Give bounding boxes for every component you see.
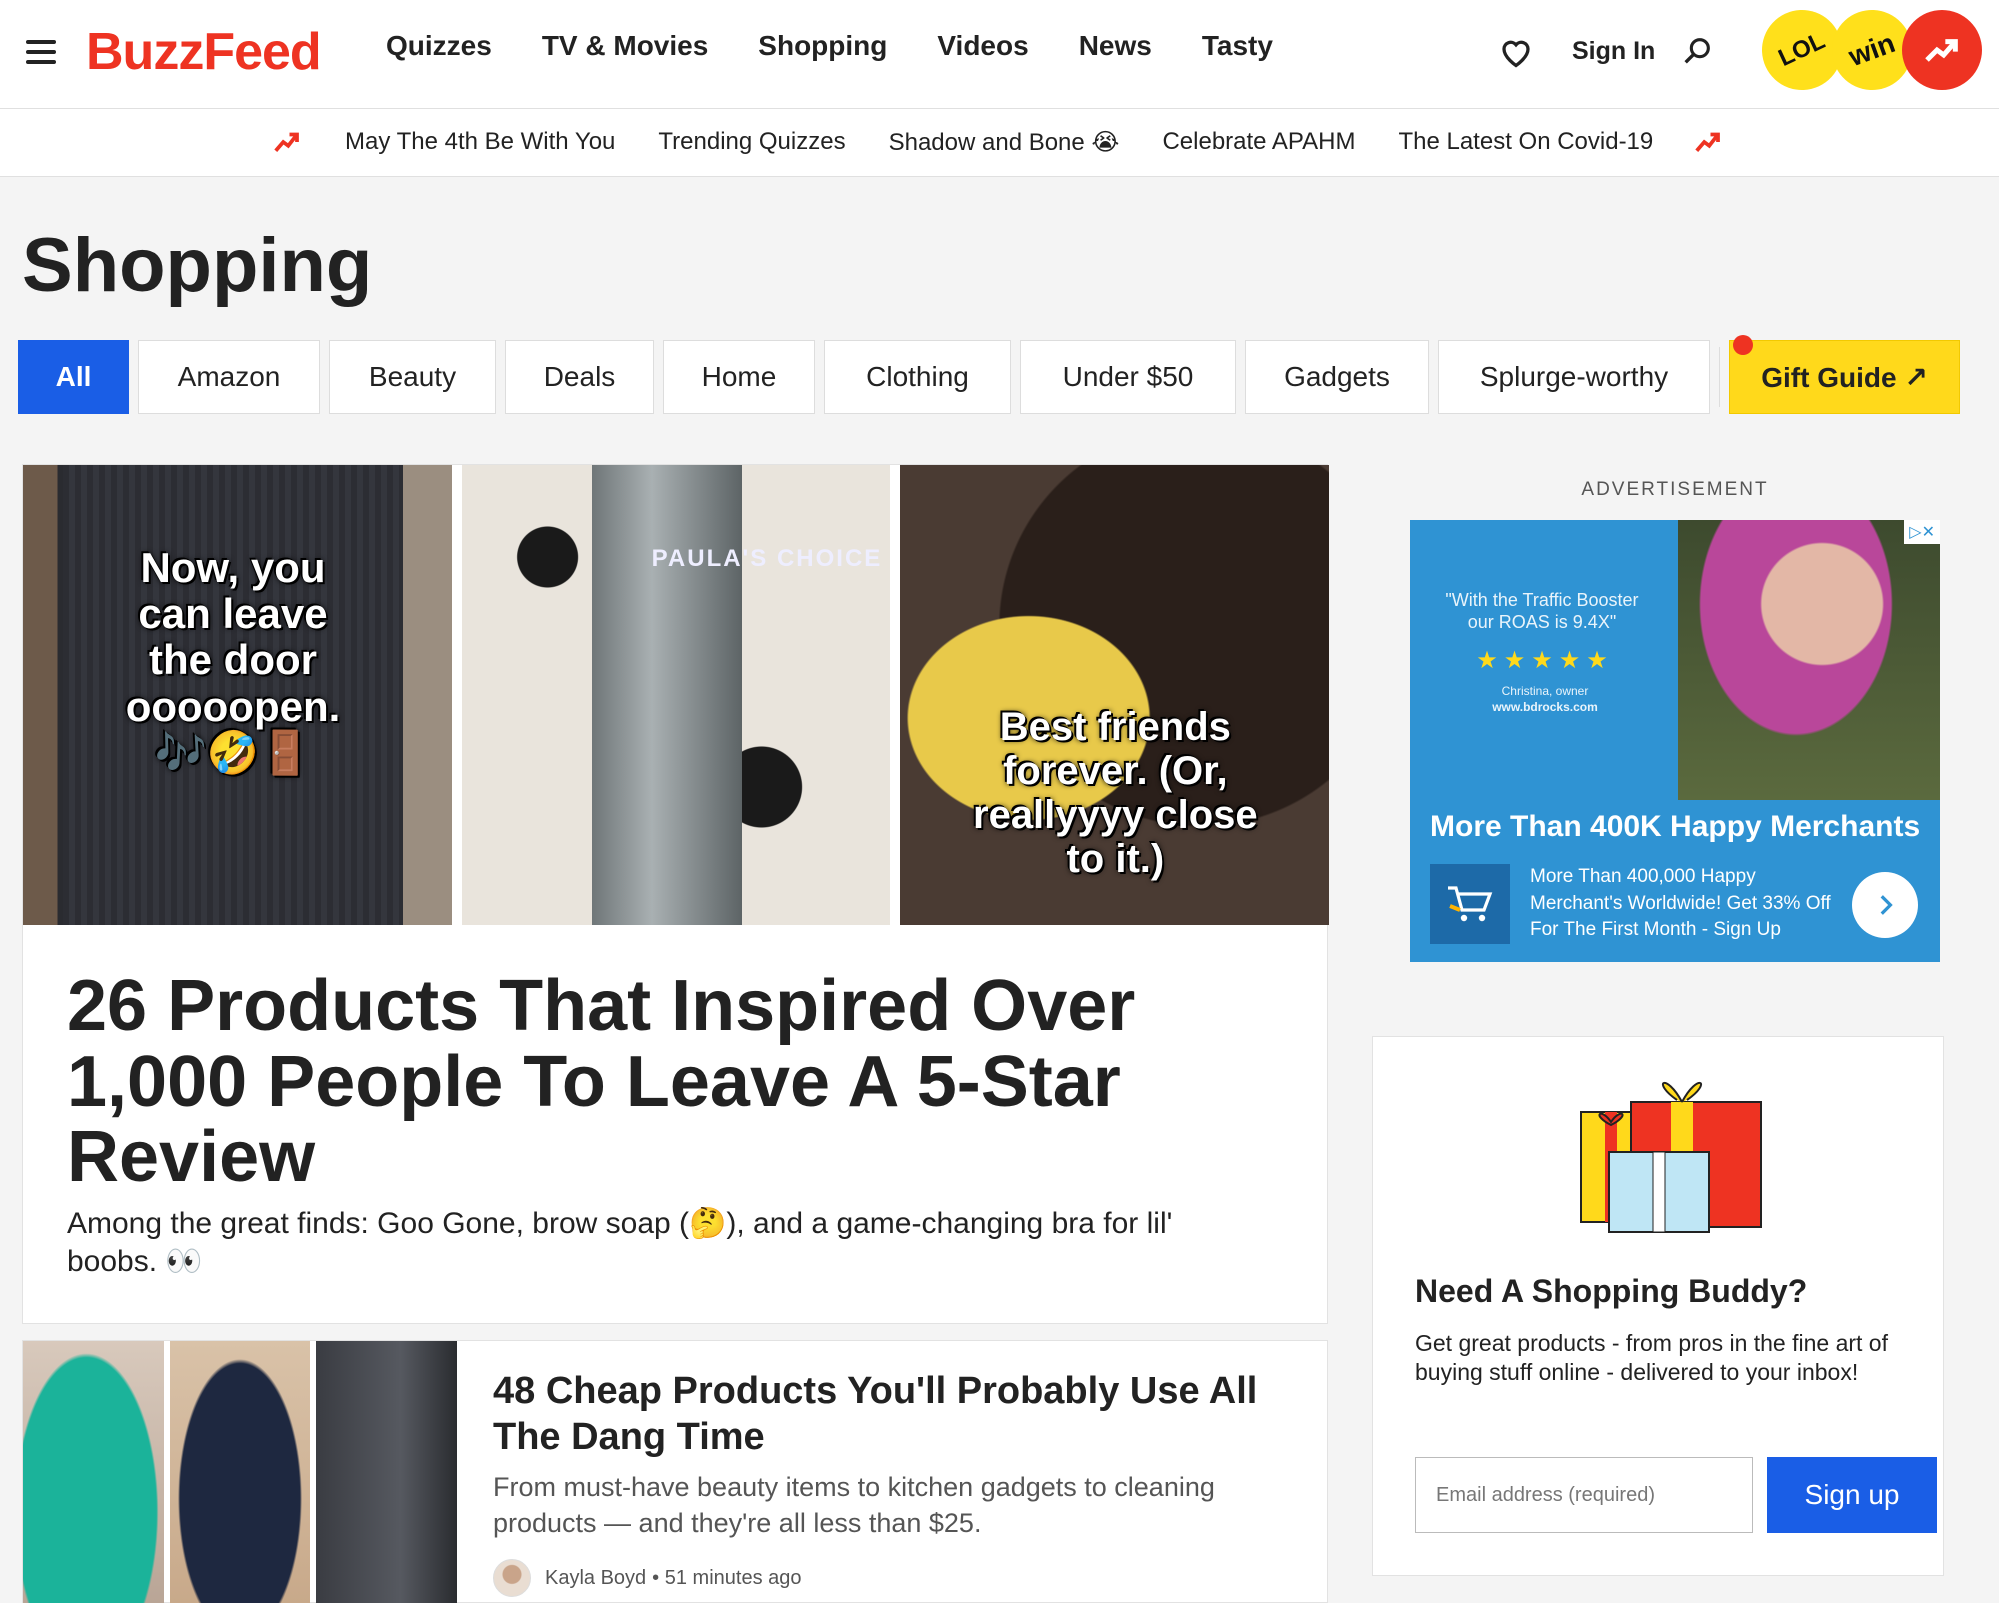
filter-clothing[interactable]: Clothing [824,340,1011,414]
filter-under-50[interactable]: Under $50 [1020,340,1236,414]
image-caption: Best friends forever. (Or, reallyyyy clo… [973,705,1258,881]
byline: Kayla Boyd • 51 minutes ago [493,1559,802,1597]
thumb-image-mask [169,1341,311,1603]
trending-icon [1925,39,1958,62]
advertisement-banner[interactable]: "With the Traffic Booster our ROAS is 9.… [1410,520,1940,962]
feature-image-strip: Now, you can leave the door ooooopen. 🎶🤣… [23,465,1330,925]
article-title[interactable]: 48 Cheap Products You'll Probably Use Al… [493,1369,1283,1460]
cart-icon [1430,864,1510,944]
article-description: From must-have beauty items to kitchen g… [493,1472,1215,1539]
gift-boxes-icon [1580,1082,1762,1233]
ad-close-icon[interactable]: ▷✕ [1904,520,1940,544]
page-title: Shopping [22,223,373,308]
buzzfeed-logo[interactable]: BuzzFeed [86,22,322,82]
hamburger-icon[interactable] [26,40,56,64]
thumb-image-brush [23,1341,164,1603]
trending-link[interactable]: The Latest On Covid-19 [1398,128,1653,156]
filter-gadgets[interactable]: Gadgets [1245,340,1429,414]
trending-link[interactable]: Celebrate APAHM [1162,128,1355,156]
ad-photo [1678,520,1940,800]
nav-quizzes[interactable]: Quizzes [386,30,492,62]
ad-body: More Than 400,000 Happy Merchant's World… [1530,866,1831,941]
nav-tasty[interactable]: Tasty [1202,30,1273,62]
ad-attribution-url: www.bdrocks.com [1492,699,1598,714]
filter-gift-guide[interactable]: Gift Guide ↗ [1729,335,1960,414]
newsletter-signup: Need A Shopping Buddy? Get great product… [1372,1036,1944,1576]
trending-icon [1695,132,1721,152]
thumb-image-hook [316,1341,458,1603]
nav-shopping[interactable]: Shopping [758,30,887,62]
ad-rating-stars: ★★★★★ [1476,647,1614,674]
trending-badge[interactable] [1902,10,1982,90]
feature-article-card[interactable]: Now, you can leave the door ooooopen. 🎶🤣… [22,464,1330,1324]
advertisement-label: ADVERTISEMENT [1581,479,1769,500]
search-icon[interactable] [1680,34,1714,68]
feature-description: Among the great finds: Goo Gone, brow so… [67,1207,1173,1278]
category-filters: All Amazon Beauty Deals Home Clothing Un… [18,335,1969,414]
filter-splurge-worthy[interactable]: Splurge-worthy [1438,340,1710,414]
publish-time: • 51 minutes ago [652,1566,802,1589]
ad-quote: "With the Traffic Booster our ROAS is 9.… [1445,590,1639,632]
trending-icon [274,132,299,152]
ad-attribution-name: Christina, owner [1501,684,1589,698]
article-card[interactable]: 48 Cheap Products You'll Probably Use Al… [22,1340,1328,1603]
email-field[interactable] [1415,1457,1753,1533]
image-caption: Now, you can leave the door ooooopen. 🎶🤣… [125,544,341,776]
trending-link[interactable]: Shadow and Bone 😭 [889,128,1120,157]
nav-news[interactable]: News [1079,30,1152,62]
newsletter-title: Need A Shopping Buddy? [1415,1273,1808,1309]
trending-link[interactable]: May The 4th Be With You [345,128,615,156]
trending-bar: May The 4th Be With You Trending Quizzes… [0,109,1999,177]
feature-image-door: Now, you can leave the door ooooopen. 🎶🤣… [23,465,452,925]
feature-image-dog: Best friends forever. (Or, reallyyyy clo… [900,465,1330,925]
feature-title[interactable]: 26 Products That Inspired Over 1,000 Peo… [67,968,1267,1196]
author-name[interactable]: Kayla Boyd [545,1567,646,1590]
reaction-badges: LOL win [1748,0,1982,104]
feature-image-bottle: PAULA'S CHOICE [461,465,891,925]
trending-link[interactable]: Trending Quizzes [658,128,845,156]
filter-deals[interactable]: Deals [505,340,654,414]
filter-divider [1719,347,1720,407]
newsletter-description: Get great products - from pros in the fi… [1415,1330,1888,1385]
filter-amazon[interactable]: Amazon [138,340,320,414]
article-thumbnail [23,1341,458,1603]
ad-headline: More Than 400K Happy Merchants [1430,810,1921,843]
author-avatar[interactable] [493,1559,531,1597]
gift-guide-label: Gift Guide ↗ [1761,361,1928,393]
notification-dot [1733,335,1753,355]
bottle-label: PAULA'S CHOICE [651,545,883,572]
main-nav: Quizzes TV & Movies Shopping Videos News… [386,30,1323,62]
sign-in-link[interactable]: Sign In [1572,37,1655,66]
filter-all[interactable]: All [18,340,129,414]
chevron-right-icon[interactable] [1852,872,1918,938]
filter-home[interactable]: Home [663,340,815,414]
top-header: BuzzFeed Quizzes TV & Movies Shopping Vi… [0,0,1999,109]
nav-videos[interactable]: Videos [937,30,1028,62]
filter-beauty[interactable]: Beauty [329,340,496,414]
nav-tv-movies[interactable]: TV & Movies [542,30,708,62]
ad-attribution: Christina, owner www.bdrocks.com [1450,684,1640,715]
heart-icon[interactable] [1498,34,1534,70]
sign-up-button[interactable]: Sign up [1767,1457,1937,1533]
